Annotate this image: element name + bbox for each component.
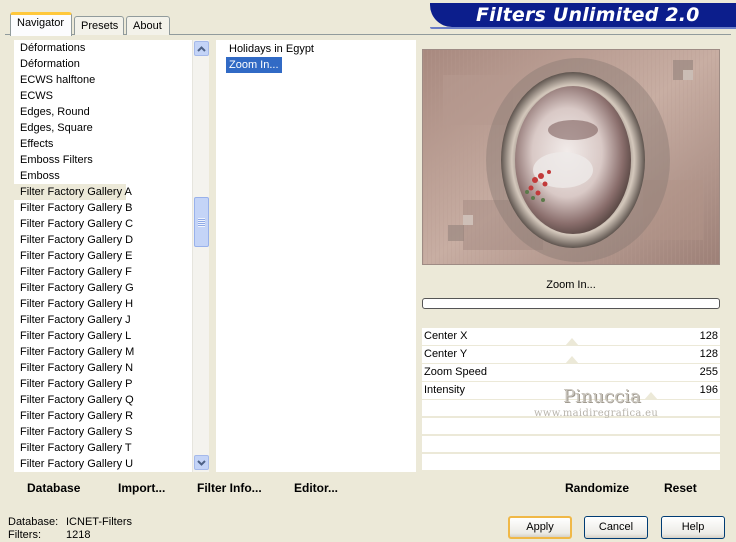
filter-item[interactable]: Holidays in Egypt: [226, 41, 317, 57]
category-list[interactable]: Déformations Déformation ECWS halftone ECWS…: [14, 40, 192, 472]
param-center-y[interactable]: Center Y 128: [422, 346, 720, 364]
category-item[interactable]: Emboss: [14, 168, 192, 184]
tab-navigator-label: Navigator: [17, 17, 65, 29]
param-value: 128: [699, 348, 718, 360]
cancel-button[interactable]: Cancel: [584, 516, 648, 539]
param-label: Zoom Speed: [424, 366, 487, 378]
status-database-label: Database:: [8, 516, 59, 528]
status-database-value: ICNET-Filters: [66, 516, 132, 528]
status-filters: Filters: 1218: [8, 529, 90, 541]
category-item[interactable]: Filter Factory Gallery T: [14, 440, 192, 456]
preview-image: [422, 49, 720, 265]
import-button[interactable]: Import...: [118, 481, 165, 495]
category-item[interactable]: ECWS: [14, 88, 192, 104]
randomize-button[interactable]: Randomize: [565, 481, 629, 495]
preview-artwork: [423, 50, 719, 264]
param-value: 255: [699, 366, 718, 378]
category-item[interactable]: ECWS halftone: [14, 72, 192, 88]
category-item[interactable]: Filter Factory Gallery E: [14, 248, 192, 264]
help-button[interactable]: Help: [661, 516, 725, 539]
status-filters-value: 1218: [66, 529, 91, 541]
scroll-up-button[interactable]: [194, 41, 209, 56]
category-item[interactable]: Déformations: [14, 40, 192, 56]
category-item[interactable]: Filter Factory Gallery C: [14, 216, 192, 232]
watermark-site: www.maidiregrafica.eu: [534, 408, 659, 419]
title-banner-underline: [430, 27, 736, 29]
param-empty-row: [422, 454, 720, 471]
app-title: Filters Unlimited 2.0: [476, 4, 700, 26]
category-item[interactable]: Filter Factory Gallery Q: [14, 392, 192, 408]
category-item[interactable]: Filter Factory Gallery H: [14, 296, 192, 312]
scroll-down-button[interactable]: [194, 455, 209, 470]
left-toolbar: Database Import... Filter Info... Editor…: [14, 478, 414, 500]
reset-button[interactable]: Reset: [664, 481, 697, 495]
category-item[interactable]: Edges, Round: [14, 104, 192, 120]
category-item[interactable]: Filter Factory Gallery N: [14, 360, 192, 376]
category-item[interactable]: Effects: [14, 136, 192, 152]
category-item[interactable]: Filter Factory Gallery R: [14, 408, 192, 424]
category-item[interactable]: Filter Factory Gallery L: [14, 328, 192, 344]
category-item[interactable]: Filter Factory Gallery P: [14, 376, 192, 392]
status-database: Database: ICNET-Filters: [8, 516, 132, 528]
status-filters-label: Filters:: [8, 529, 41, 541]
tab-about-label: About: [133, 20, 162, 32]
category-scrollbar[interactable]: [192, 40, 209, 472]
watermark-name: Pinuccia: [563, 386, 641, 407]
tab-presets-label: Presets: [81, 20, 119, 32]
param-label: Intensity: [424, 384, 465, 396]
category-item[interactable]: Filter Factory Gallery J: [14, 312, 192, 328]
category-item[interactable]: Filter Factory Gallery G: [14, 280, 192, 296]
param-empty-row: [422, 418, 720, 435]
category-item[interactable]: Filter Factory Gallery D: [14, 232, 192, 248]
tab-about[interactable]: About: [126, 16, 170, 35]
category-item[interactable]: Emboss Filters: [14, 152, 192, 168]
slider-thumb[interactable]: [644, 392, 658, 400]
param-zoom-speed[interactable]: Zoom Speed 255: [422, 364, 720, 382]
grip-icon: [198, 217, 205, 227]
param-label: Center Y: [424, 348, 468, 360]
category-item[interactable]: Filter Factory Gallery M: [14, 344, 192, 360]
param-value: 128: [699, 330, 718, 342]
database-button[interactable]: Database: [27, 481, 80, 495]
param-center-x[interactable]: Center X 128: [422, 328, 720, 346]
category-item[interactable]: Filter Factory Gallery F: [14, 264, 192, 280]
param-label: Center X: [424, 330, 468, 342]
chevron-down-icon: [197, 459, 206, 466]
right-toolbar: Randomize Reset: [422, 478, 720, 500]
category-item[interactable]: Filter Factory Gallery S: [14, 424, 192, 440]
category-item[interactable]: Edges, Square: [14, 120, 192, 136]
param-empty-row: [422, 436, 720, 453]
scroll-thumb[interactable]: [194, 197, 209, 247]
chevron-up-icon: [197, 45, 206, 52]
category-item[interactable]: Filter Factory Gallery U: [14, 456, 192, 472]
category-item[interactable]: Déformation: [14, 56, 192, 72]
param-value: 196: [699, 384, 718, 396]
filter-list[interactable]: Holidays in Egypt Zoom In...: [216, 40, 416, 472]
apply-button[interactable]: Apply: [508, 516, 572, 539]
category-item-selected[interactable]: Filter Factory Gallery A: [14, 184, 132, 200]
tab-navigator[interactable]: Navigator: [10, 12, 72, 36]
slider-thumb[interactable]: [565, 338, 579, 346]
category-item[interactable]: Filter Factory Gallery B: [14, 200, 192, 216]
filter-info-button[interactable]: Filter Info...: [197, 481, 262, 495]
filter-name-label: Zoom In...: [422, 274, 720, 296]
progress-bar: [422, 298, 720, 309]
slider-thumb[interactable]: [565, 356, 579, 364]
editor-button[interactable]: Editor...: [294, 481, 338, 495]
tab-presets[interactable]: Presets: [74, 16, 124, 35]
filter-item-selected[interactable]: Zoom In...: [226, 57, 282, 73]
